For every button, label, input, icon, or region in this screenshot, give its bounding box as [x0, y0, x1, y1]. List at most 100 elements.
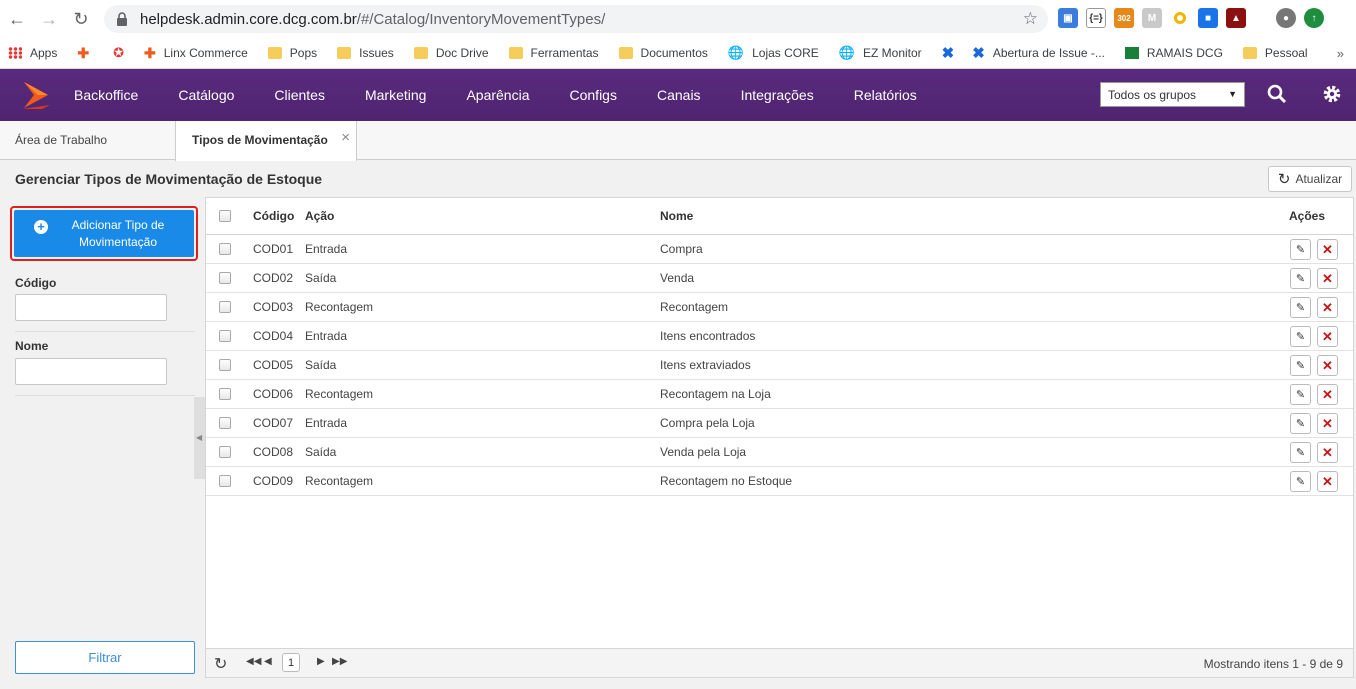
- tab-area-de-trabalho[interactable]: Área de Trabalho: [15, 133, 107, 147]
- json-extension-icon[interactable]: {=}: [1086, 8, 1106, 28]
- edit-button[interactable]: ✎: [1290, 384, 1311, 405]
- linx-logo[interactable]: [20, 79, 52, 111]
- reload-icon[interactable]: ↻: [65, 3, 97, 35]
- table-row[interactable]: COD02 Saída Venda ✎ ✕: [206, 264, 1353, 293]
- delete-button[interactable]: ✕: [1317, 268, 1338, 289]
- table-row[interactable]: COD04 Entrada Itens encontrados ✎ ✕: [206, 322, 1353, 351]
- m-extension-icon[interactable]: M: [1142, 8, 1162, 28]
- group-select[interactable]: Todos os grupos ▼: [1100, 82, 1245, 107]
- column-header-action[interactable]: Ação: [305, 198, 334, 234]
- tab-tipos-movimentacao[interactable]: Tipos de Movimentação de Estoque ×: [175, 121, 357, 161]
- bookmark-ramais-dcg[interactable]: RAMAIS DCG: [1124, 46, 1223, 60]
- more-bookmarks-icon[interactable]: »: [1337, 46, 1344, 61]
- row-checkbox[interactable]: [219, 264, 231, 292]
- edit-button[interactable]: ✎: [1290, 413, 1311, 434]
- bookmark-doc-drive[interactable]: Doc Drive: [413, 46, 489, 60]
- bookmark-pops[interactable]: Pops: [267, 46, 317, 60]
- row-checkbox[interactable]: [219, 235, 231, 263]
- menu-backoffice[interactable]: Backoffice: [74, 87, 138, 103]
- update-icon[interactable]: ↑: [1304, 8, 1324, 28]
- bookmark-confluence[interactable]: ✖: [942, 44, 963, 62]
- bookmark-apps[interactable]: Apps: [8, 46, 57, 60]
- edit-button[interactable]: ✎: [1290, 239, 1311, 260]
- menu-catalogo[interactable]: Catálogo: [178, 87, 234, 103]
- delete-button[interactable]: ✕: [1317, 239, 1338, 260]
- column-header-name[interactable]: Nome: [660, 198, 693, 234]
- row-checkbox[interactable]: [219, 438, 231, 466]
- last-page-icon[interactable]: ▶▶: [332, 656, 347, 667]
- menu-aparencia[interactable]: Aparência: [466, 87, 529, 103]
- search-icon[interactable]: [1267, 84, 1287, 110]
- delete-button[interactable]: ✕: [1317, 471, 1338, 492]
- extension-icon[interactable]: ▣: [1058, 8, 1078, 28]
- bookmark-ez-monitor[interactable]: 🌐 EZ Monitor: [839, 45, 922, 61]
- bookmark-abertura-issue[interactable]: ✖ Abertura de Issue -...: [972, 44, 1105, 62]
- edit-button[interactable]: ✎: [1290, 268, 1311, 289]
- table-row[interactable]: COD05 Saída Itens extraviados ✎ ✕: [206, 351, 1353, 380]
- row-checkbox[interactable]: [219, 467, 231, 495]
- cell-action: Recontagem: [305, 387, 374, 401]
- delete-button[interactable]: ✕: [1317, 413, 1338, 434]
- delete-button[interactable]: ✕: [1317, 384, 1338, 405]
- add-movement-type-button[interactable]: + Adicionar Tipo de Movimentação: [10, 206, 198, 261]
- bookmark-pessoal[interactable]: Pessoal: [1242, 46, 1308, 60]
- bookmark-documentos[interactable]: Documentos: [618, 46, 708, 60]
- bookmark-issues[interactable]: Issues: [337, 46, 394, 60]
- next-page-icon[interactable]: ▶: [317, 656, 325, 667]
- bookmark-ferramentas[interactable]: Ferramentas: [508, 46, 599, 60]
- code-input[interactable]: [15, 294, 167, 321]
- name-input[interactable]: [15, 358, 167, 385]
- bookmark-linx-commerce[interactable]: ✚ Linx Commerce: [144, 45, 248, 62]
- delete-button[interactable]: ✕: [1317, 355, 1338, 376]
- gear-icon[interactable]: [1322, 84, 1342, 110]
- menu-marketing[interactable]: Marketing: [365, 87, 426, 103]
- shield-extension-icon[interactable]: ▲: [1226, 8, 1246, 28]
- first-page-icon[interactable]: ◀◀: [246, 656, 261, 667]
- prev-page-icon[interactable]: ◀: [264, 656, 272, 667]
- edit-button[interactable]: ✎: [1290, 355, 1311, 376]
- sidebar-collapse-handle[interactable]: ◀: [194, 397, 205, 479]
- table-row[interactable]: COD09 Recontagem Recontagem no Estoque ✎ ✕: [206, 467, 1353, 496]
- table-row[interactable]: COD06 Recontagem Recontagem na Loja ✎ ✕: [206, 380, 1353, 409]
- refresh-button[interactable]: ↻ Atualizar: [1268, 166, 1352, 192]
- bookmark-star-icon[interactable]: ☆: [1023, 9, 1038, 29]
- address-bar[interactable]: helpdesk.admin.core.dcg.com.br/#/Catalog…: [104, 5, 1048, 33]
- menu-configs[interactable]: Configs: [570, 87, 617, 103]
- row-checkbox[interactable]: [219, 322, 231, 350]
- menu-relatorios[interactable]: Relatórios: [854, 87, 917, 103]
- delete-button[interactable]: ✕: [1317, 326, 1338, 347]
- bookmark-lojas-core[interactable]: 🌐 Lojas CORE: [728, 45, 819, 61]
- bookmark-bug[interactable]: ✪: [113, 45, 132, 61]
- avatar[interactable]: ●: [1276, 8, 1296, 28]
- delete-button[interactable]: ✕: [1317, 442, 1338, 463]
- bookmark-linx-logo[interactable]: ✚: [77, 45, 97, 62]
- back-icon[interactable]: ←: [1, 3, 33, 35]
- cell-code: COD06: [253, 387, 294, 401]
- delete-button[interactable]: ✕: [1317, 297, 1338, 318]
- column-header-code[interactable]: Código: [253, 198, 294, 234]
- current-page[interactable]: 1: [282, 653, 300, 672]
- edit-button[interactable]: ✎: [1290, 471, 1311, 492]
- table-row[interactable]: COD03 Recontagem Recontagem ✎ ✕: [206, 293, 1353, 322]
- table-row[interactable]: COD01 Entrada Compra ✎ ✕: [206, 235, 1353, 264]
- close-tab-icon[interactable]: ×: [341, 129, 350, 146]
- menu-integracoes[interactable]: Integrações: [741, 87, 814, 103]
- menu-clientes[interactable]: Clientes: [274, 87, 325, 103]
- refresh-grid-icon[interactable]: ↻: [214, 654, 227, 674]
- edit-button[interactable]: ✎: [1290, 326, 1311, 347]
- redirect-extension-icon[interactable]: 302: [1114, 8, 1134, 28]
- edit-button[interactable]: ✎: [1290, 297, 1311, 318]
- color-extension-icon[interactable]: [1170, 8, 1190, 28]
- menu-canais[interactable]: Canais: [657, 87, 701, 103]
- chat-extension-icon[interactable]: ■: [1198, 8, 1218, 28]
- row-checkbox[interactable]: [219, 409, 231, 437]
- select-all-checkbox[interactable]: [219, 198, 231, 234]
- row-checkbox[interactable]: [219, 293, 231, 321]
- forward-icon[interactable]: →: [33, 3, 65, 35]
- table-row[interactable]: COD07 Entrada Compra pela Loja ✎ ✕: [206, 409, 1353, 438]
- row-checkbox[interactable]: [219, 380, 231, 408]
- filter-button[interactable]: Filtrar: [15, 641, 195, 674]
- row-checkbox[interactable]: [219, 351, 231, 379]
- edit-button[interactable]: ✎: [1290, 442, 1311, 463]
- table-row[interactable]: COD08 Saída Venda pela Loja ✎ ✕: [206, 438, 1353, 467]
